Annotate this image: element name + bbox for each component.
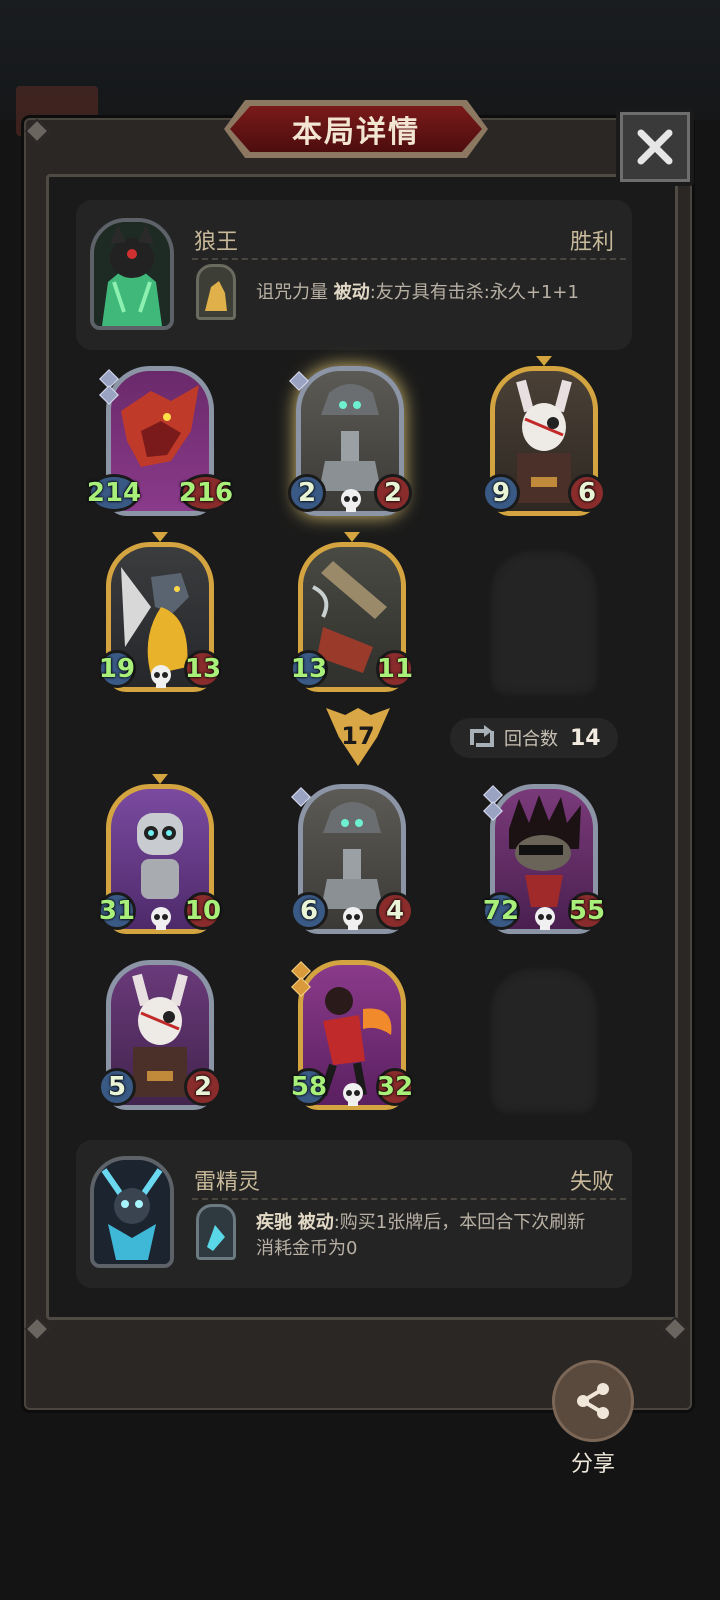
divider <box>192 1198 626 1200</box>
skill-effect-line1: :购买1张牌后，本回合下次刷新 <box>333 1212 586 1233</box>
health-value: 10 <box>184 892 222 930</box>
round-label: 回合数 <box>504 729 558 750</box>
health-value: 11 <box>376 650 414 688</box>
loser-result: 失败 <box>569 1170 614 1195</box>
minion-card-gold-dragon[interactable]: 19 13 <box>98 532 222 698</box>
attack-value: 6 <box>290 892 328 930</box>
minion-card-red-dragon[interactable]: 214 216 <box>87 362 233 522</box>
share-label: 分享 <box>570 1452 615 1477</box>
skill-type: 被动 <box>297 1212 334 1233</box>
winner-result: 胜利 <box>569 230 614 255</box>
minion-card-robot[interactable]: 31 10 <box>98 774 222 940</box>
health-value: 216 <box>179 474 233 512</box>
health-value: 13 <box>184 650 222 688</box>
attack-value: 5 <box>98 1068 136 1106</box>
skull-icon <box>341 489 361 512</box>
dash-skill-icon[interactable] <box>196 1204 236 1260</box>
thunder-sprite-portrait[interactable] <box>90 1156 174 1268</box>
damage-value: 17 <box>341 722 375 750</box>
share-icon <box>577 1383 609 1419</box>
minion-card-masked-rabbit-2[interactable]: 5 2 <box>98 956 222 1116</box>
attack-value: 19 <box>98 650 136 688</box>
health-value: 4 <box>376 892 414 930</box>
close-icon <box>637 129 673 165</box>
health-value: 2 <box>184 1068 222 1106</box>
minion-card-rocket[interactable]: 13 11 <box>290 532 414 698</box>
attack-value: 31 <box>98 892 136 930</box>
divider <box>192 258 626 260</box>
minion-card-masked-rabbit[interactable]: 9 6 <box>482 356 606 522</box>
wolf-king-portrait[interactable] <box>90 218 174 330</box>
close-button[interactable] <box>616 108 694 186</box>
attack-value: 13 <box>290 650 328 688</box>
loser-hero-panel: 雷精灵 失败 疾驰 被动:购买1张牌后，本回合下次刷新 消耗金币为0 <box>76 1140 632 1288</box>
health-value: 6 <box>568 474 606 512</box>
cycle-icon <box>470 725 494 747</box>
health-value: 2 <box>374 474 412 512</box>
loser-hero-name: 雷精灵 <box>194 1170 261 1195</box>
minion-card-hedgehog[interactable]: 72 55 <box>482 780 606 940</box>
skull-icon <box>343 907 363 930</box>
skill-effect: :友方具有击杀:永久+1+1 <box>369 282 579 303</box>
round-value: 14 <box>570 725 601 751</box>
round-counter: 回合数 14 <box>450 718 618 758</box>
skill-name: 诅咒力量 <box>256 282 328 303</box>
skull-icon <box>343 1083 363 1106</box>
winner-skill-description: 诅咒力量 被动:友方具有击杀:永久+1+1 <box>256 280 579 306</box>
skull-icon <box>151 907 171 930</box>
minion-card-bell-robot[interactable]: 2 2 <box>288 362 412 522</box>
skull-icon <box>535 907 555 930</box>
empty-board-slot <box>488 966 600 1116</box>
winner-hero-panel: 狼王 胜利 诅咒力量 被动:友方具有击杀:永久+1+1 <box>76 200 632 350</box>
skill-effect-line2: 消耗金币为0 <box>256 1238 358 1259</box>
skill-name: 疾驰 <box>256 1212 292 1233</box>
minion-card-fire-ninja[interactable]: 58 32 <box>290 956 414 1116</box>
minion-card-bell-robot-2[interactable]: 6 4 <box>290 780 414 940</box>
attack-value: 9 <box>482 474 520 512</box>
attack-value: 58 <box>290 1068 328 1106</box>
damage-badge: 17 <box>326 708 390 766</box>
curse-power-skill-icon[interactable] <box>196 264 236 320</box>
winner-hero-name: 狼王 <box>194 230 239 255</box>
empty-board-slot <box>488 548 600 698</box>
skill-type: 被动 <box>333 282 370 303</box>
health-value: 32 <box>376 1068 414 1106</box>
share-button[interactable] <box>552 1360 634 1442</box>
attack-value: 2 <box>288 474 326 512</box>
attack-value: 214 <box>87 474 141 512</box>
dialog-title: 本局详情 <box>292 115 420 150</box>
loser-skill-description: 疾驰 被动:购买1张牌后，本回合下次刷新 消耗金币为0 <box>256 1210 585 1262</box>
health-value: 55 <box>568 892 606 930</box>
skull-icon <box>151 665 171 688</box>
title-banner: 本局详情 <box>224 100 488 158</box>
attack-value: 72 <box>482 892 520 930</box>
